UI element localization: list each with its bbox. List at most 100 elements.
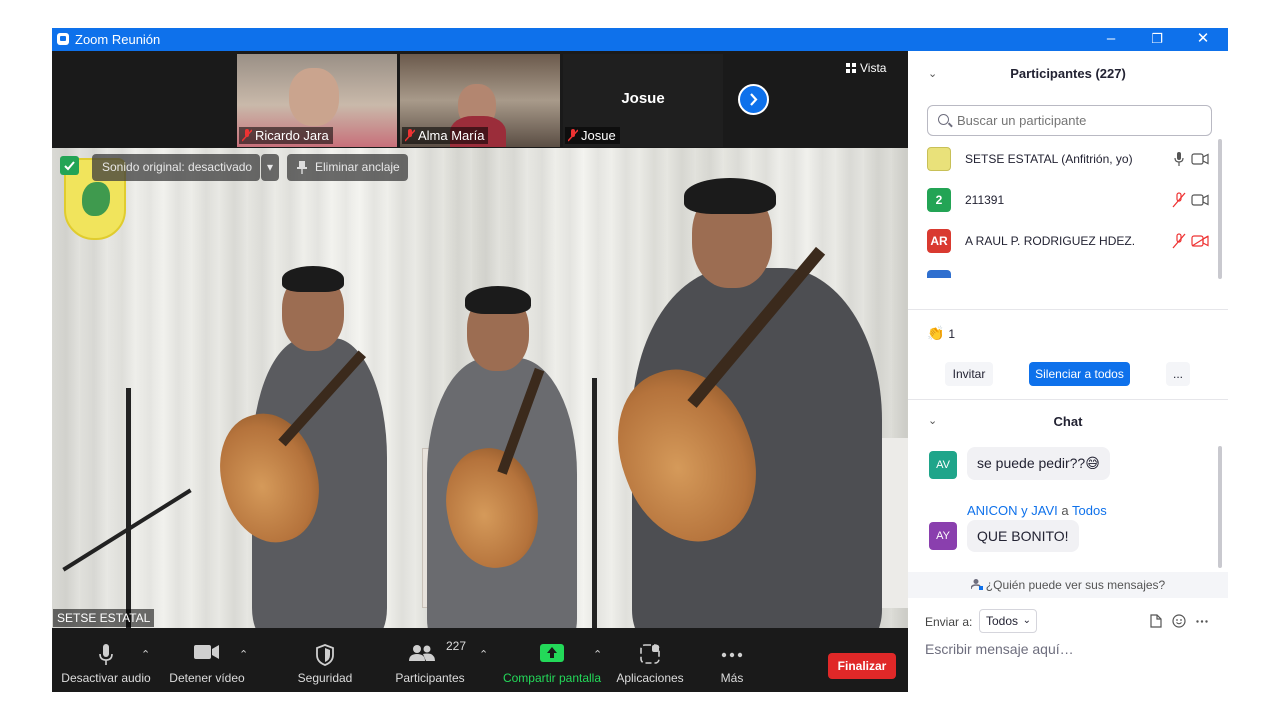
reaction-count: 👏 1 xyxy=(927,325,956,341)
pin-icon xyxy=(297,161,307,174)
window-title: Zoom Reunión xyxy=(75,32,161,47)
meeting-toolbar: Desactivar audio ⌃ Detener vídeo ⌃ Segur… xyxy=(52,628,908,692)
host-avatar xyxy=(927,147,951,171)
video-options-caret-icon[interactable]: ⌃ xyxy=(239,648,248,661)
person-lock-icon xyxy=(970,579,983,590)
participant-row[interactable]: SETSE ESTATAL (Anfitrión, yo) xyxy=(927,145,1217,173)
security-shield-icon xyxy=(316,644,334,666)
participants-button[interactable]: 227 Participantes xyxy=(390,628,470,692)
chat-message: QUE BONITO! xyxy=(967,520,1079,552)
participant-display-name: Josue xyxy=(621,90,665,107)
participant-search-input[interactable] xyxy=(955,112,1195,129)
chevron-down-icon: ▾ xyxy=(266,160,274,174)
chat-title: Chat xyxy=(1053,414,1083,429)
microphone-icon xyxy=(99,644,113,665)
chat-avatar: AV xyxy=(929,451,957,479)
thumbnail-name: Alma María xyxy=(402,127,489,144)
mic-stand xyxy=(592,378,597,628)
close-button[interactable]: ✕ xyxy=(1180,28,1226,51)
muted-mic-icon xyxy=(405,129,415,142)
thumbnail-name: Ricardo Jara xyxy=(239,127,333,144)
chevron-right-icon xyxy=(750,93,758,106)
invite-button[interactable]: Invitar xyxy=(945,362,993,386)
chat-scrollbar[interactable] xyxy=(1218,446,1222,568)
share-screen-button[interactable]: Compartir pantalla xyxy=(500,628,604,692)
participant-search[interactable] xyxy=(927,105,1212,136)
file-icon[interactable] xyxy=(1150,614,1162,628)
mute-all-button[interactable]: Silenciar a todos xyxy=(1029,362,1130,386)
more-icon[interactable] xyxy=(1196,620,1208,623)
audio-options-caret-icon[interactable]: ⌃ xyxy=(141,648,150,661)
mic-stand xyxy=(126,388,131,628)
thumbnail-name: Josue xyxy=(565,127,620,144)
apps-icon xyxy=(640,644,660,664)
sweat-smile-emoji-icon: 😅 xyxy=(1085,455,1100,471)
participants-scrollbar[interactable] xyxy=(1218,139,1222,279)
more-button[interactable]: Más xyxy=(702,628,762,692)
video-camera-icon[interactable] xyxy=(1191,153,1209,165)
send-to-select[interactable]: Todos ⌄ xyxy=(979,609,1037,633)
participants-title: Participantes (227) xyxy=(1010,66,1126,81)
performer-2-hair xyxy=(465,286,531,314)
security-button[interactable]: Seguridad xyxy=(288,628,362,692)
sound-options-dropdown[interactable]: ▾ xyxy=(261,154,279,181)
participant-row-partial[interactable] xyxy=(927,268,1217,278)
thumbnail-alma[interactable]: Alma María xyxy=(400,54,560,147)
video-camera-icon xyxy=(194,645,219,659)
muted-mic-icon[interactable] xyxy=(1172,192,1186,208)
title-bar: Zoom Reunión – ❐ ✕ xyxy=(52,28,1228,51)
view-button[interactable]: Vista xyxy=(846,61,886,75)
microphone-icon[interactable] xyxy=(1172,151,1186,167)
chat-message: se puede pedir??😅 xyxy=(967,447,1110,480)
clap-icon: 👏 xyxy=(927,325,945,341)
video-camera-icon[interactable] xyxy=(1191,194,1209,206)
chat-avatar: AY xyxy=(929,522,957,550)
ellipsis-icon xyxy=(721,652,743,658)
mute-audio-button[interactable]: Desactivar audio xyxy=(60,628,152,692)
thumbnail-ricardo[interactable]: Ricardo Jara xyxy=(237,54,397,147)
participant-avatar xyxy=(927,270,951,278)
chat-sender: ANICON y JAVI a Todos xyxy=(967,503,1107,518)
share-screen-icon xyxy=(540,644,564,662)
next-page-button[interactable] xyxy=(738,84,769,115)
minimize-button[interactable]: – xyxy=(1088,28,1134,51)
unpin-button[interactable]: Eliminar anclaje xyxy=(287,154,408,181)
video-off-icon[interactable] xyxy=(1191,235,1209,247)
muted-mic-icon[interactable] xyxy=(1172,233,1186,249)
side-panel: ⌄ Participantes (227) SETSE ESTATAL (Anf… xyxy=(908,51,1228,692)
participants-icon xyxy=(409,645,435,661)
participant-row[interactable]: AR A RAUL P. RODRIGUEZ HDEZ. xyxy=(927,227,1217,255)
zoom-app-icon xyxy=(57,33,69,45)
message-privacy-link[interactable]: ¿Quién puede ver sus mensajes? xyxy=(908,572,1228,598)
send-to-label: Enviar a: xyxy=(925,615,973,629)
divider xyxy=(908,309,1228,310)
participants-options-caret-icon[interactable]: ⌃ xyxy=(479,648,488,661)
participant-avatar: AR xyxy=(927,229,951,253)
participant-avatar: 2 xyxy=(927,188,951,212)
shield-icon xyxy=(60,156,79,175)
apps-button[interactable]: Aplicaciones xyxy=(614,628,686,692)
original-sound-toggle[interactable]: Sonido original: desactivado xyxy=(92,154,261,181)
main-video: Sonido original: desactivado ▾ Eliminar … xyxy=(52,148,908,628)
participant-face xyxy=(289,68,339,126)
more-options-button[interactable]: ... xyxy=(1166,362,1190,386)
stop-video-button[interactable]: Detener vídeo xyxy=(164,628,250,692)
performer-3-hair xyxy=(684,178,776,214)
thumbnail-josue[interactable]: Josue Josue xyxy=(563,54,723,147)
muted-mic-icon xyxy=(242,129,252,142)
emoji-icon[interactable] xyxy=(1172,614,1186,628)
end-meeting-button[interactable]: Finalizar xyxy=(828,653,896,679)
speaker-name-tag: SETSE ESTATAL xyxy=(53,609,155,627)
search-icon xyxy=(938,114,949,125)
video-area: Ricardo Jara Alma María Josue Josue Vist… xyxy=(52,51,908,628)
muted-mic-icon xyxy=(568,129,578,142)
divider xyxy=(908,399,1228,400)
share-options-caret-icon[interactable]: ⌃ xyxy=(593,648,602,661)
zoom-window: Zoom Reunión – ❐ ✕ Ricardo Jara Alma Mar… xyxy=(52,28,1228,692)
participant-row[interactable]: 2 211391 xyxy=(927,186,1217,214)
performer-1-hair xyxy=(282,266,344,292)
chat-compose-input[interactable]: Escribir mensaje aquí… xyxy=(925,641,1074,657)
restore-button[interactable]: ❐ xyxy=(1134,28,1180,51)
grid-icon xyxy=(846,63,856,73)
participant-count: 227 xyxy=(446,639,467,653)
